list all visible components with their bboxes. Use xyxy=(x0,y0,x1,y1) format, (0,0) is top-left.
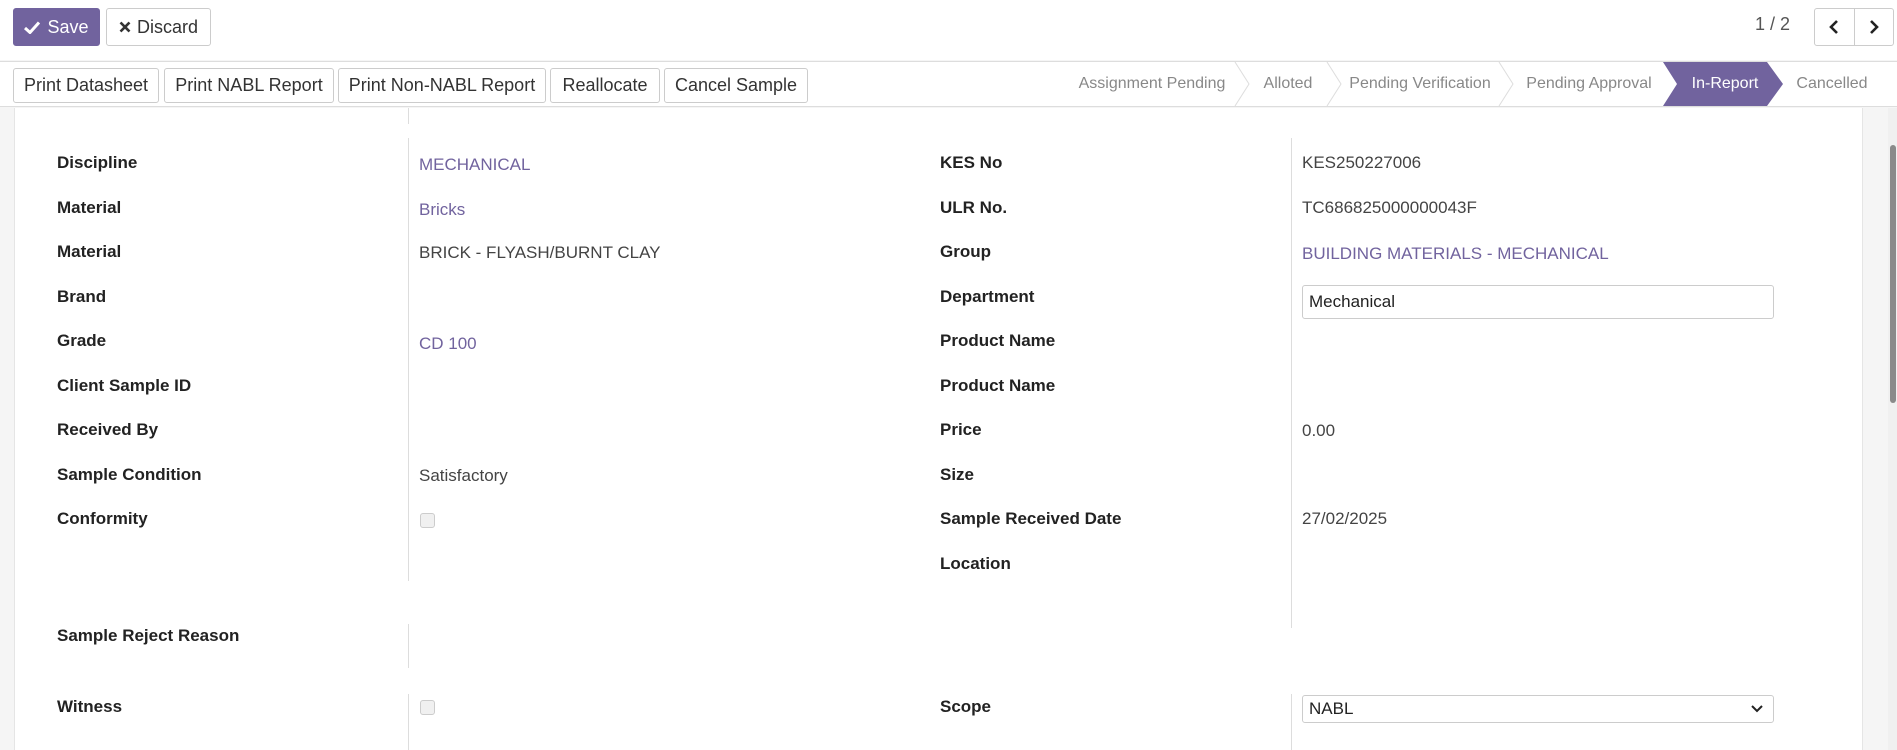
discard-button[interactable]: Discard xyxy=(106,8,211,46)
material-label: Material xyxy=(57,198,122,217)
sample-condition-value: Satisfactory xyxy=(419,466,508,485)
field-separator xyxy=(408,138,409,581)
save-button-label: Save xyxy=(47,16,89,37)
cancel-sample-button[interactable]: Cancel Sample xyxy=(664,68,808,103)
department-input[interactable]: Mechanical xyxy=(1302,285,1774,319)
stage-assignment-pending[interactable]: Assignment Pending xyxy=(1070,62,1234,106)
scope-select[interactable]: NABL xyxy=(1302,695,1774,723)
discipline-label: Discipline xyxy=(57,153,138,172)
kes-no-label: KES No xyxy=(940,153,1003,172)
field-separator xyxy=(408,624,409,668)
witness-checkbox[interactable] xyxy=(420,700,435,715)
sample-received-date-value: 27/02/2025 xyxy=(1302,509,1388,528)
field-separator xyxy=(408,694,409,750)
scope-select-value: NABL xyxy=(1309,699,1354,718)
material-type-label: Material xyxy=(57,242,122,261)
conformity-checkbox[interactable] xyxy=(420,513,435,528)
grade-value[interactable]: CD 100 xyxy=(419,334,477,354)
conformity-label: Conformity xyxy=(57,509,148,528)
brand-label: Brand xyxy=(57,287,107,306)
print-datasheet-button[interactable]: Print Datasheet xyxy=(13,68,159,103)
stage-separator xyxy=(1234,62,1250,106)
sample-reject-reason-label: Sample Reject Reason xyxy=(57,626,240,645)
pager-buttons xyxy=(1814,8,1894,46)
ulr-no-label: ULR No. xyxy=(940,198,1008,217)
field-separator xyxy=(1291,694,1292,750)
department-input-value: Mechanical xyxy=(1309,292,1395,311)
group-value[interactable]: BUILDING MATERIALS - MECHANICAL xyxy=(1302,244,1609,264)
print-non-nabl-report-button[interactable]: Print Non-NABL Report xyxy=(338,68,546,103)
department-label: Department xyxy=(940,287,1035,306)
check-icon xyxy=(24,20,41,34)
product-name-label-2: Product Name xyxy=(940,376,1056,395)
stage-in-report[interactable]: In-Report xyxy=(1675,62,1775,106)
status-bar: Print Datasheet Print NABL Report Print … xyxy=(0,61,1897,107)
stage-pending-verification[interactable]: Pending Verification xyxy=(1342,62,1498,106)
stage-cancelled[interactable]: Cancelled xyxy=(1786,62,1878,106)
discard-button-label: Discard xyxy=(136,16,198,37)
reallocate-button[interactable]: Reallocate xyxy=(550,68,660,103)
pager-next-button[interactable] xyxy=(1853,9,1894,45)
material-type-value: BRICK - FLYASH/BURNT CLAY xyxy=(419,243,661,262)
scrollbar-thumb[interactable] xyxy=(1890,145,1896,403)
chevron-left-icon xyxy=(1829,20,1839,34)
field-separator xyxy=(1291,138,1292,628)
scope-label: Scope xyxy=(940,697,992,716)
pager-value[interactable]: 1 / 2 xyxy=(1755,14,1790,35)
location-label: Location xyxy=(940,554,1011,573)
form-sheet: Discipline Material Material Brand Grade… xyxy=(14,108,1863,750)
chevron-down-icon xyxy=(1751,705,1763,713)
stage-separator xyxy=(1498,62,1514,106)
price-value: 0.00 xyxy=(1302,421,1336,440)
control-panel: Save Discard 1 / 2 xyxy=(0,0,1897,60)
sample-received-date-label: Sample Received Date xyxy=(940,509,1122,528)
save-button[interactable]: Save xyxy=(13,8,100,46)
discipline-value[interactable]: MECHANICAL xyxy=(419,155,530,175)
material-value[interactable]: Bricks xyxy=(419,200,465,220)
grade-label: Grade xyxy=(57,331,107,350)
print-nabl-report-button[interactable]: Print NABL Report xyxy=(164,68,334,103)
price-label: Price xyxy=(940,420,982,439)
sample-condition-label: Sample Condition xyxy=(57,465,202,484)
received-by-label: Received By xyxy=(57,420,159,439)
chevron-right-icon xyxy=(1869,20,1879,34)
ulr-no-value: TC686825000000043F xyxy=(1302,198,1477,217)
witness-label: Witness xyxy=(57,697,123,716)
pager-previous-button[interactable] xyxy=(1815,9,1854,45)
product-name-label: Product Name xyxy=(940,331,1056,350)
close-icon xyxy=(119,21,131,33)
size-label: Size xyxy=(940,465,975,484)
kes-no-value: KES250227006 xyxy=(1302,153,1422,172)
client-sample-id-label: Client Sample ID xyxy=(57,376,192,395)
group-label: Group xyxy=(940,242,991,261)
stage-separator xyxy=(1326,62,1342,106)
stage-pending-approval[interactable]: Pending Approval xyxy=(1514,62,1664,106)
field-separator xyxy=(408,108,409,124)
stage-alloted[interactable]: Alloted xyxy=(1250,62,1326,106)
